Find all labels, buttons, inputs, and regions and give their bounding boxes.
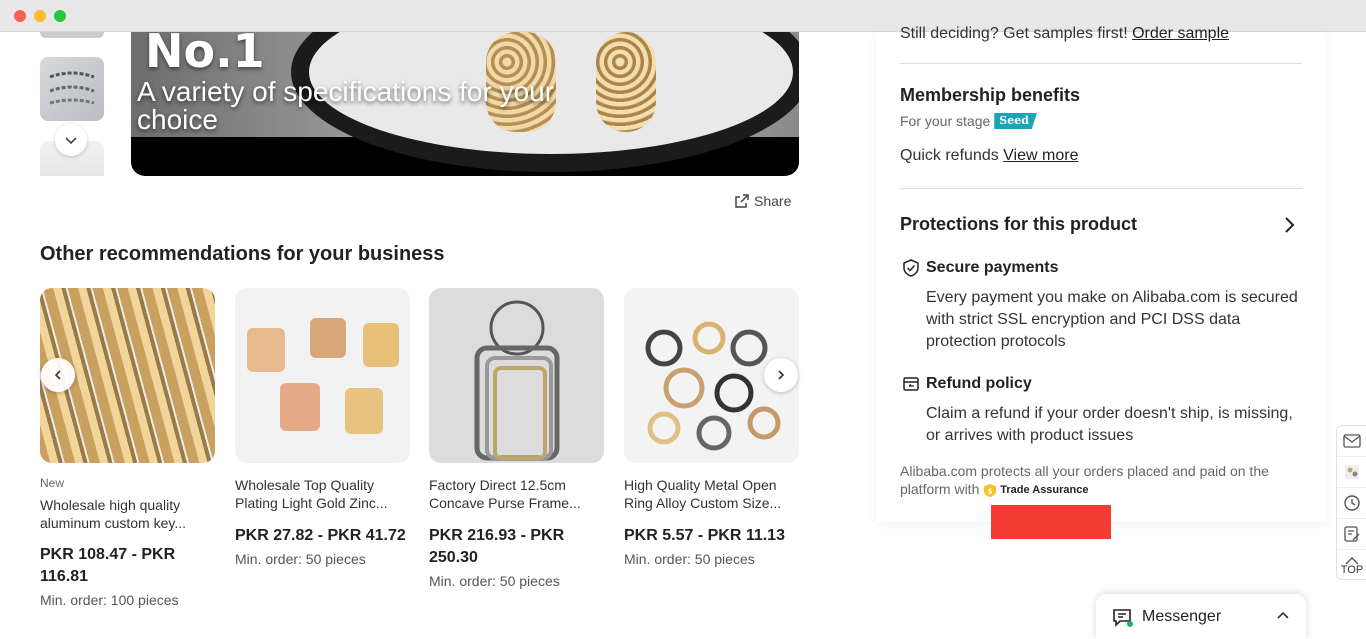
chevron-up-icon[interactable] [1276, 610, 1290, 620]
edit-note-icon [1344, 526, 1360, 542]
samples-row: Still deciding? Get samples first! Order… [900, 25, 1229, 43]
shield-icon [903, 259, 919, 277]
product-name[interactable]: Wholesale high quality aluminum custom k… [40, 496, 215, 532]
thumbnails-scroll-down-button[interactable] [55, 124, 87, 156]
recommendations-title: Other recommendations for your business [40, 243, 445, 265]
recommendation-card[interactable]: High Quality Metal Open Ring Alloy Custo… [624, 288, 799, 567]
chevron-right-icon [778, 370, 785, 380]
refund-policy-body: Claim a refund if your order doesn't shi… [926, 405, 1293, 444]
purse-frame-product-image [474, 300, 560, 461]
feedback-shortcut[interactable] [1337, 519, 1366, 550]
clasp-product-image [247, 318, 399, 434]
share-button[interactable]: Share [734, 193, 791, 209]
order-sample-link[interactable]: Order sample [1132, 25, 1229, 42]
trade-assurance-label: Trade Assurance [1000, 484, 1089, 497]
close-window-button[interactable] [14, 10, 26, 22]
red-highlight-block [991, 505, 1111, 539]
product-image[interactable] [235, 288, 410, 463]
maximize-window-button[interactable] [54, 10, 66, 22]
chain-thumbnail-image [49, 71, 95, 105]
chevron-down-icon [65, 137, 77, 145]
trade-assurance-note: Alibaba.com protects all your orders pla… [900, 462, 1305, 499]
messenger-bar[interactable]: Messenger [1096, 594, 1306, 639]
history-shortcut[interactable] [1337, 488, 1366, 519]
refunds-text: Quick refunds [900, 147, 999, 164]
chevron-left-icon [54, 370, 61, 380]
product-moq: Min. order: 50 pieces [624, 551, 755, 567]
trade-assurance-badge[interactable]: $ Trade Assurance [983, 481, 1089, 499]
product-main-image[interactable]: No.1 A variety of specifications for you… [131, 32, 799, 176]
recommendation-card[interactable]: Factory Direct 12.5cm Concave Purse Fram… [429, 288, 604, 589]
gallery-thumbnail[interactable] [40, 32, 104, 38]
seed-badge: Seed [994, 113, 1037, 129]
protections-title[interactable]: Protections for this product [900, 214, 1137, 235]
product-name[interactable]: Wholesale Top Quality Plating Light Gold… [235, 476, 410, 512]
clock-icon [1344, 495, 1360, 511]
view-more-link[interactable]: View more [1003, 147, 1078, 164]
share-icon [735, 194, 749, 208]
chevron-right-icon[interactable] [1282, 216, 1296, 234]
refunds-row: Quick refunds View more [900, 147, 1078, 165]
product-name[interactable]: Factory Direct 12.5cm Concave Purse Fram… [429, 476, 604, 512]
product-moq: Min. order: 100 pieces [40, 592, 179, 608]
refund-policy-heading: Refund policy [902, 375, 1032, 393]
floating-toolbar: TOP [1336, 425, 1366, 580]
top-label: TOP [1340, 564, 1364, 576]
back-to-top-button[interactable]: TOP [1337, 550, 1366, 581]
secure-payments-body: Every payment you make on Alibaba.com is… [926, 289, 1298, 350]
refund-policy-title: Refund policy [926, 375, 1032, 392]
mail-icon [1343, 434, 1361, 448]
product-price: PKR 216.93 - PKR 250.30 [429, 527, 565, 566]
divider [900, 188, 1302, 189]
product-price: PKR 27.82 - PKR 41.72 [235, 527, 406, 544]
product-moq: Min. order: 50 pieces [429, 573, 560, 589]
secure-payments-title: Secure payments [926, 259, 1059, 276]
stage-label: For your stage [900, 113, 991, 129]
refund-icon [903, 377, 919, 391]
messenger-label: Messenger [1142, 608, 1222, 625]
samples-text: Still deciding? Get samples first! [900, 25, 1128, 42]
divider [900, 63, 1302, 64]
viewed-product-shortcut[interactable] [1337, 457, 1366, 488]
product-price: PKR 108.47 - PKR 116.81 [40, 546, 176, 585]
carousel-prev-button[interactable] [41, 358, 75, 392]
stage-row: For your stage Seed [900, 113, 1037, 129]
share-label: Share [754, 193, 792, 209]
gallery-thumbnail[interactable] [40, 57, 104, 121]
product-price: PKR 5.57 - PKR 11.13 [624, 527, 785, 544]
trade-assurance-shield-icon: $ [984, 483, 997, 497]
svg-text:$: $ [988, 487, 993, 495]
messenger-icon [1113, 609, 1133, 627]
new-badge: New [40, 476, 65, 490]
recommendation-card[interactable]: Wholesale Top Quality Plating Light Gold… [235, 288, 410, 567]
banner-headline: No.1 [145, 32, 265, 78]
product-thumbnail-icon [1345, 465, 1359, 479]
carousel-next-button[interactable] [764, 358, 798, 392]
product-moq: Min. order: 50 pieces [235, 551, 366, 567]
banner-tagline: A variety of specifications for your cho… [137, 76, 555, 135]
messages-shortcut[interactable] [1337, 426, 1366, 457]
order-side-panel: Still deciding? Get samples first! Order… [876, 25, 1326, 522]
product-name[interactable]: High Quality Metal Open Ring Alloy Custo… [624, 476, 799, 512]
recommendation-card[interactable]: New Wholesale high quality aluminum cust… [40, 288, 215, 608]
product-image[interactable] [429, 288, 604, 463]
secure-payments-heading: Secure payments [902, 259, 1059, 277]
membership-title: Membership benefits [900, 85, 1081, 105]
minimize-window-button[interactable] [34, 10, 46, 22]
